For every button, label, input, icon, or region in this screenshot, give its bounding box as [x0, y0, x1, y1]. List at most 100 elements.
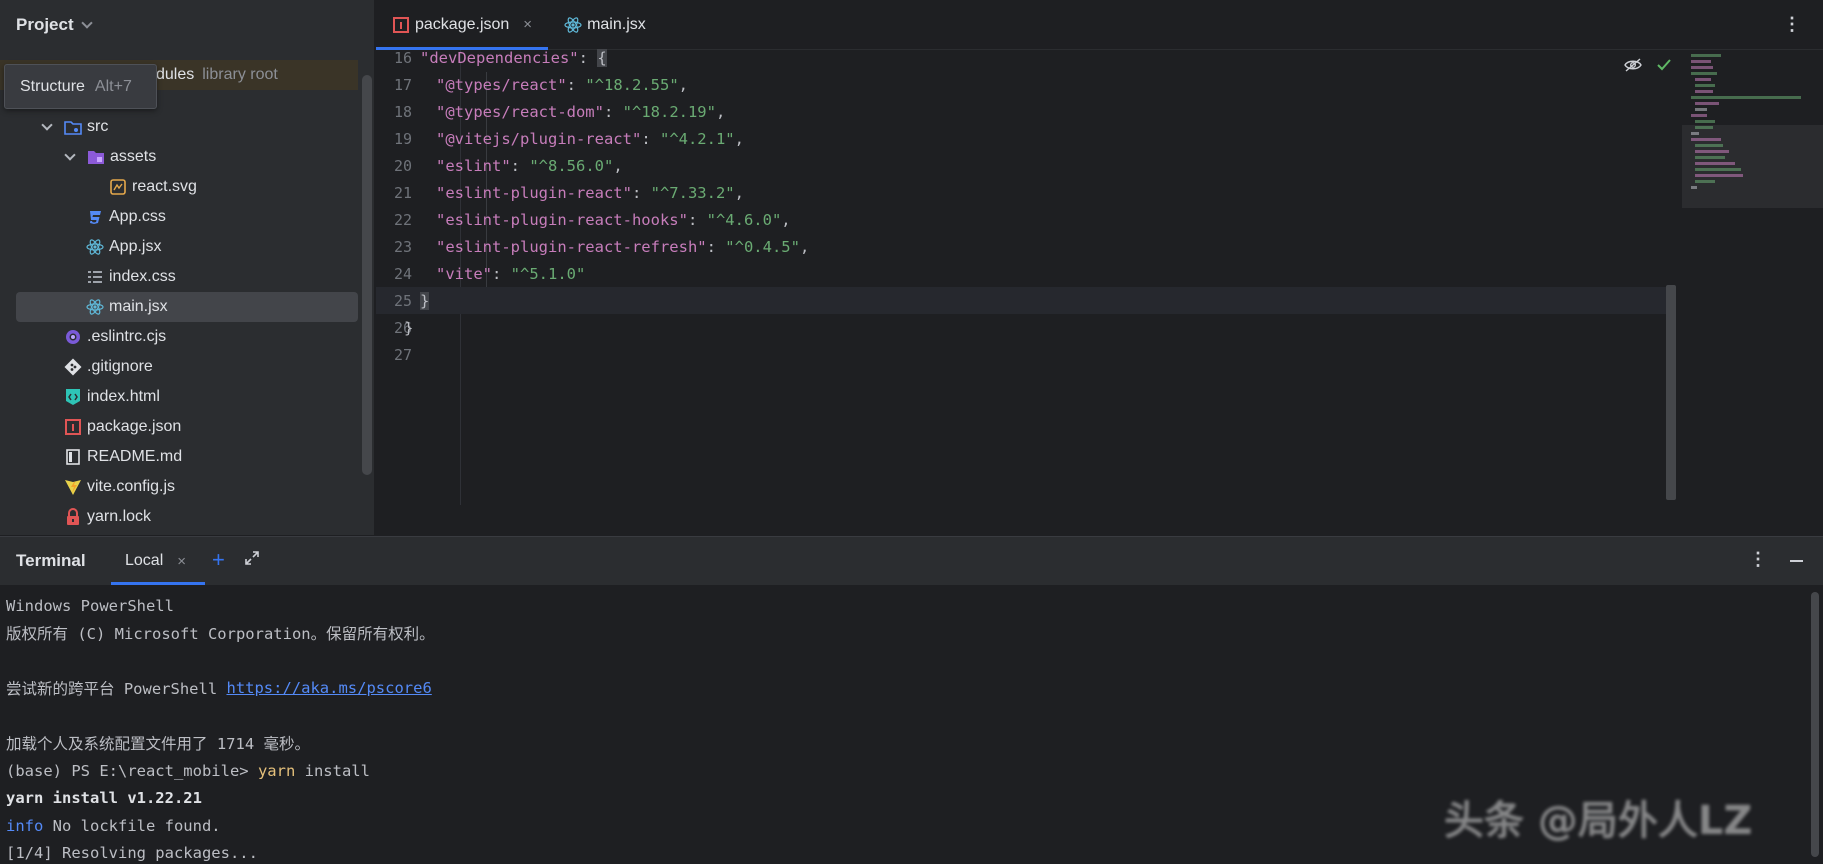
info-tag: info	[6, 816, 44, 835]
minimap-line	[1695, 144, 1723, 147]
minimap-line	[1691, 132, 1699, 135]
add-icon[interactable]: +	[212, 547, 225, 573]
terminal-title: Terminal	[16, 551, 86, 570]
project-title[interactable]: Project	[16, 15, 74, 35]
project-header[interactable]: Project	[0, 0, 374, 50]
minimap-line	[1691, 186, 1697, 189]
terminal-header: Terminal Local × + ⋮	[0, 537, 1823, 585]
terminal-scrollbar[interactable]	[1811, 592, 1819, 857]
project-scrollbar[interactable]	[362, 75, 372, 475]
tree-item-label: .eslintrc.cjs	[87, 328, 167, 345]
npm-icon	[392, 16, 410, 34]
tree-item-label: react.svg	[132, 178, 197, 195]
text: No lockfile found.	[43, 816, 221, 835]
json-value: "^4.2.1"	[659, 129, 735, 148]
tree-item-label: package.json	[87, 418, 182, 435]
code-area[interactable]: 16 "devDependencies": { 17 "@types/react…	[376, 48, 1666, 505]
pscore-link[interactable]: https://aka.ms/pscore6	[226, 679, 431, 697]
json-value: "^18.2.55"	[585, 75, 679, 94]
more-options-icon[interactable]: ⋮	[1749, 549, 1767, 570]
more-options-icon[interactable]: ⋮	[1783, 14, 1801, 35]
line-number: 25	[393, 291, 412, 310]
json-value: "^8.56.0"	[529, 156, 614, 175]
tree-item-vite-config[interactable]: vite.config.js	[0, 472, 358, 502]
code-line: 20 "eslint": "^8.56.0",	[376, 152, 1666, 179]
json-value: "^18.2.19"	[622, 102, 716, 121]
minimap-line	[1695, 78, 1711, 81]
tree-item-label: main.jsx	[109, 298, 168, 315]
terminal-output[interactable]: Windows PowerShell 版权所有 (C) Microsoft Co…	[6, 592, 435, 864]
editor-tab-bar: package.json × main.jsx ⋮	[376, 0, 1823, 50]
eslint-icon	[64, 328, 82, 346]
expand-icon[interactable]	[244, 550, 260, 571]
tree-item-gitignore[interactable]: .gitignore	[0, 352, 358, 382]
tree-item-react-svg[interactable]: react.svg	[0, 172, 358, 202]
minimap-line	[1691, 54, 1721, 57]
tree-item-eslintrc[interactable]: .eslintrc.cjs	[0, 322, 358, 352]
minimap[interactable]	[1681, 50, 1823, 220]
tree-item-main-jsx[interactable]: main.jsx	[16, 292, 358, 322]
tree-item-label: App.jsx	[109, 238, 162, 255]
tree-item-label: yarn.lock	[87, 508, 152, 525]
tree-item-label: vite.config.js	[87, 478, 176, 495]
minimap-line	[1695, 180, 1715, 183]
minimize-icon[interactable]	[1790, 560, 1803, 562]
text: 尝试新的跨平台 PowerShell	[6, 680, 227, 699]
minimap-line	[1695, 126, 1713, 129]
prompt: (base) PS E:\react_mobile>	[6, 761, 258, 780]
tree-item-readme[interactable]: README.md	[0, 442, 358, 472]
line-number: 21	[393, 183, 412, 202]
terminal-line: 尝试新的跨平台 PowerShell https://aka.ms/pscore…	[6, 675, 435, 703]
tree-item-assets[interactable]: assets	[0, 142, 358, 172]
minimap-line	[1691, 114, 1707, 117]
code-line: 16 "devDependencies": {	[376, 44, 1666, 71]
json-key: "eslint-plugin-react"	[436, 183, 632, 202]
code-line-current: 25 }	[376, 287, 1666, 314]
structure-tooltip: Structure Alt+7	[4, 64, 157, 109]
tree-item-src[interactable]: src	[0, 112, 358, 142]
tree-item-app-jsx[interactable]: App.jsx	[0, 232, 358, 262]
folder-icon	[64, 118, 82, 136]
vite-icon	[64, 478, 82, 496]
json-value: "^4.6.0"	[706, 210, 782, 229]
tab-package-json[interactable]: package.json ×	[376, 0, 549, 50]
tree-item-label: dules	[156, 66, 195, 83]
terminal-line: 加载个人及系统配置文件用了 1714 毫秒。	[6, 735, 310, 754]
json-key: "eslint-plugin-react-refresh"	[436, 237, 707, 256]
npm-icon	[64, 418, 82, 436]
chevron-down-icon[interactable]	[80, 17, 93, 29]
library-root-label: library root	[202, 66, 278, 83]
tree-item-index-html[interactable]: index.html	[0, 382, 358, 412]
json-key: "devDependencies"	[420, 48, 579, 67]
tree-item-index-css[interactable]: index.css	[0, 262, 358, 292]
tree-item-label: src	[87, 118, 109, 135]
close-icon[interactable]: ×	[177, 553, 186, 570]
line-number: 24	[393, 264, 412, 283]
tree-item-app-css[interactable]: App.css	[0, 202, 358, 232]
inspection-widget[interactable]	[1624, 58, 1672, 77]
tab-main-jsx[interactable]: main.jsx	[548, 0, 662, 49]
code-line: 22 "eslint-plugin-react-hooks": "^4.6.0"…	[376, 206, 1666, 233]
line-number: 20	[393, 156, 412, 175]
tooltip-label: Structure	[20, 77, 85, 95]
hide-eye-icon[interactable]	[1624, 58, 1642, 77]
tab-local[interactable]: Local ×	[111, 537, 205, 585]
tree-item-yarn-lock[interactable]: yarn.lock	[0, 502, 358, 532]
close-icon[interactable]: ×	[523, 16, 532, 33]
readme-icon	[64, 448, 82, 466]
chevron-down-icon[interactable]	[41, 119, 53, 131]
brace: }	[404, 318, 414, 337]
chevron-down-icon[interactable]	[64, 149, 76, 161]
project-panel: Project dules library root src assets re…	[0, 0, 375, 535]
terminal-line: 版权所有 (C) Microsoft Corporation。保留所有权利。	[6, 625, 435, 644]
editor-scrollbar[interactable]	[1666, 285, 1676, 500]
stylesheet-icon	[86, 268, 104, 286]
code-line: 27	[376, 341, 1666, 368]
tree-item-package-json[interactable]: package.json	[0, 412, 358, 442]
code-line: 17 "@types/react": "^18.2.55",	[376, 71, 1666, 98]
checkmark-icon[interactable]	[1656, 58, 1672, 77]
minimap-line	[1695, 168, 1741, 171]
minimap-line	[1695, 108, 1707, 111]
